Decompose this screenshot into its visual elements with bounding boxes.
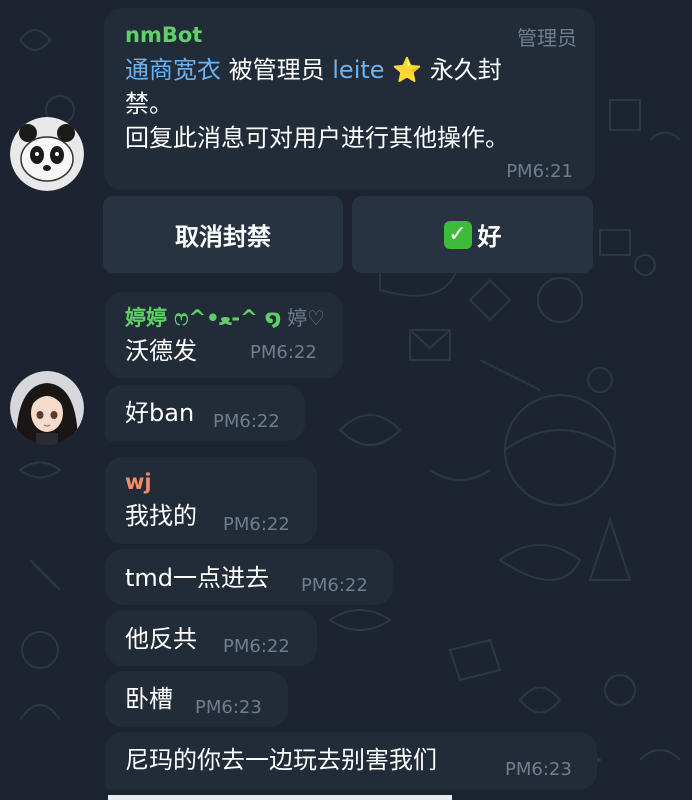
message-text: 沃德发: [125, 337, 197, 365]
message-time: PM6:22: [301, 575, 368, 596]
user-avatar[interactable]: [10, 371, 84, 445]
message-bubble[interactable]: 婷婷 ෆ^•ﻌ-^ ໑ 婷♡ 沃德发 PM6:22: [105, 292, 343, 378]
ok-button-label: 好: [477, 223, 502, 251]
message-text: 卧槽: [125, 685, 173, 713]
nmbot-avatar[interactable]: [10, 117, 84, 191]
message-text: 好ban: [125, 399, 195, 427]
message-bubble[interactable]: 他反共 PM6:22: [105, 610, 317, 666]
message-bubble[interactable]: 卧槽 PM6:23: [105, 671, 288, 727]
message-time: PM6:21: [506, 161, 573, 182]
message-bubble[interactable]: tmd一点进去 PM6:22: [105, 549, 393, 605]
message-text: 我找的: [125, 502, 197, 530]
message-text: 尼玛的你去一边玩去别害我们: [125, 746, 437, 774]
message-text-line-1: 通商宽衣 被管理员 leite ⭐ 永久封: [125, 56, 502, 84]
admin-role-label: 管理员: [517, 26, 577, 50]
message-time: PM6:22: [213, 411, 280, 432]
message-bubble[interactable]: wj 我找的 PM6:22: [105, 457, 317, 544]
message-time: PM6:22: [223, 636, 290, 657]
message-time: PM6:22: [223, 514, 290, 535]
message-sender[interactable]: nmBot: [125, 23, 202, 47]
message-bubble[interactable]: 尼玛的你去一边玩去别害我们 PM6:23: [105, 732, 597, 790]
message-time: PM6:23: [195, 697, 262, 718]
banned-user-link[interactable]: 通商宽衣: [125, 56, 221, 84]
unban-button[interactable]: 取消封禁: [103, 196, 343, 273]
message-time: PM6:22: [250, 342, 317, 363]
member-title-label: 婷♡: [287, 306, 325, 330]
next-message-edge: [108, 795, 452, 800]
message-text-line-2: 禁。: [125, 90, 173, 118]
check-icon: ✓: [443, 220, 472, 249]
admin-user-link[interactable]: leite: [332, 56, 384, 84]
message-bubble[interactable]: 好ban PM6:22: [105, 385, 305, 441]
panda-avatar-icon: [10, 117, 84, 191]
unban-button-label: 取消封禁: [175, 223, 271, 251]
message-text: tmd一点进去: [125, 564, 270, 592]
ok-button[interactable]: ✓ 好: [352, 196, 593, 273]
message-sender[interactable]: 婷婷 ෆ^•ﻌ-^ ໑: [125, 302, 281, 332]
message-time: PM6:23: [505, 759, 572, 780]
star-icon: ⭐: [392, 56, 423, 84]
message-text-line-3: 回复此消息可对用户进行其他操作。: [125, 124, 509, 152]
message-sender[interactable]: wj: [125, 470, 152, 494]
bot-ban-message[interactable]: nmBot 管理员 通商宽衣 被管理员 leite ⭐ 永久封 禁。 回复此消息…: [104, 8, 595, 190]
message-text: 他反共: [125, 625, 197, 653]
anime-girl-avatar-icon: [10, 371, 84, 445]
